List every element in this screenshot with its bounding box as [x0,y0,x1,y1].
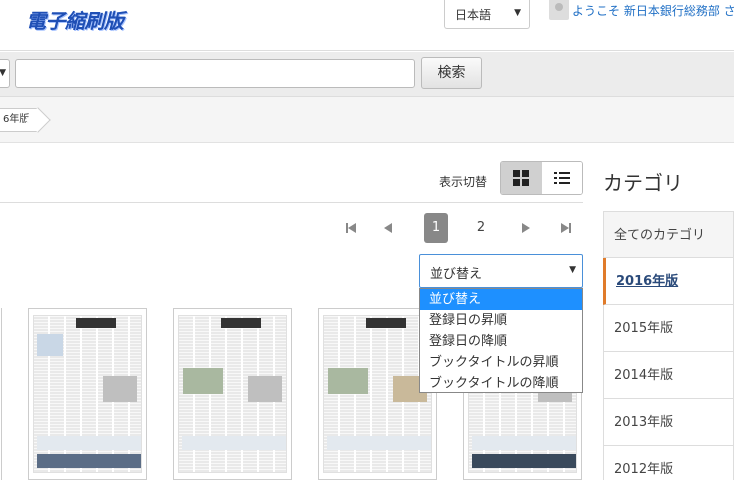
newspaper-page-image [33,315,142,473]
sort-select[interactable]: 並び替え ▼ [419,254,583,288]
book-thumbnail-partial[interactable] [0,308,2,480]
category-item-2014[interactable]: 2014年版 [603,352,734,399]
view-toggle [500,161,583,195]
last-page-button[interactable] [558,213,574,243]
sort-option[interactable]: ブックタイトルの降順 [420,373,582,394]
list-view-button[interactable] [541,162,582,194]
sort-dropdown-list: 並び替え 登録日の昇順 登録日の降順 ブックタイトルの昇順 ブックタイトルの降順 [419,288,583,393]
sort-option[interactable]: ブックタイトルの昇順 [420,352,582,373]
view-toggle-label: 表示切替 [439,175,488,189]
language-select-value: 日本語 [455,8,492,22]
category-item-2015[interactable]: 2015年版 [603,305,734,352]
category-item-all[interactable]: 全てのカテゴリ [603,211,734,258]
user-avatar [549,0,569,20]
sort-option[interactable]: 並び替え [420,289,582,310]
newspaper-page-image [178,315,287,473]
breadcrumb-item[interactable]: 6年版 [0,108,40,132]
page-2-button[interactable]: 2 [470,213,492,243]
category-title: カテゴリ [603,171,683,195]
search-input[interactable] [15,59,415,88]
search-button[interactable]: 検索 [421,57,482,89]
prev-page-icon [384,222,392,233]
chevron-down-icon: ▼ [569,265,576,275]
category-list: 全てのカテゴリ 2016年版 2015年版 2014年版 2013年版 2012… [603,211,734,480]
book-thumbnail[interactable] [28,308,147,480]
search-scope-select[interactable]: ▼ [0,59,10,88]
prev-page-button[interactable] [380,213,396,243]
welcome-text[interactable]: ようこそ 新日本銀行総務部 さ [572,2,734,19]
list-icon [553,171,570,185]
next-page-button[interactable] [518,213,534,243]
divider [0,202,583,203]
sort-option[interactable]: 登録日の降順 [420,331,582,352]
first-page-icon [348,222,356,233]
chevron-down-icon: ▼ [514,8,521,18]
first-page-button[interactable] [343,213,359,243]
newspaper-page-image [323,315,432,473]
site-logo[interactable]: 電子縮刷版 [26,5,124,34]
breadcrumb-bar: 6年版 [0,97,734,143]
book-thumbnail[interactable] [173,308,292,480]
header: 電子縮刷版 日本語 ▼ ようこそ 新日本銀行総務部 さ [0,0,734,51]
category-item-2016[interactable]: 2016年版 [603,258,734,305]
category-item-2012[interactable]: 2012年版 [603,446,734,480]
sort-option[interactable]: 登録日の昇順 [420,310,582,331]
category-item-2013[interactable]: 2013年版 [603,399,734,446]
grid-icon [513,170,530,186]
last-page-icon [561,222,569,233]
grid-view-button[interactable] [501,162,542,194]
language-select[interactable]: 日本語 ▼ [444,0,530,29]
next-page-icon [522,222,530,233]
search-bar: ▼ 検索 [0,52,734,97]
chevron-down-icon: ▼ [0,68,6,78]
page-1-button[interactable]: 1 [424,213,448,243]
sort-select-value: 並び替え [430,267,483,282]
